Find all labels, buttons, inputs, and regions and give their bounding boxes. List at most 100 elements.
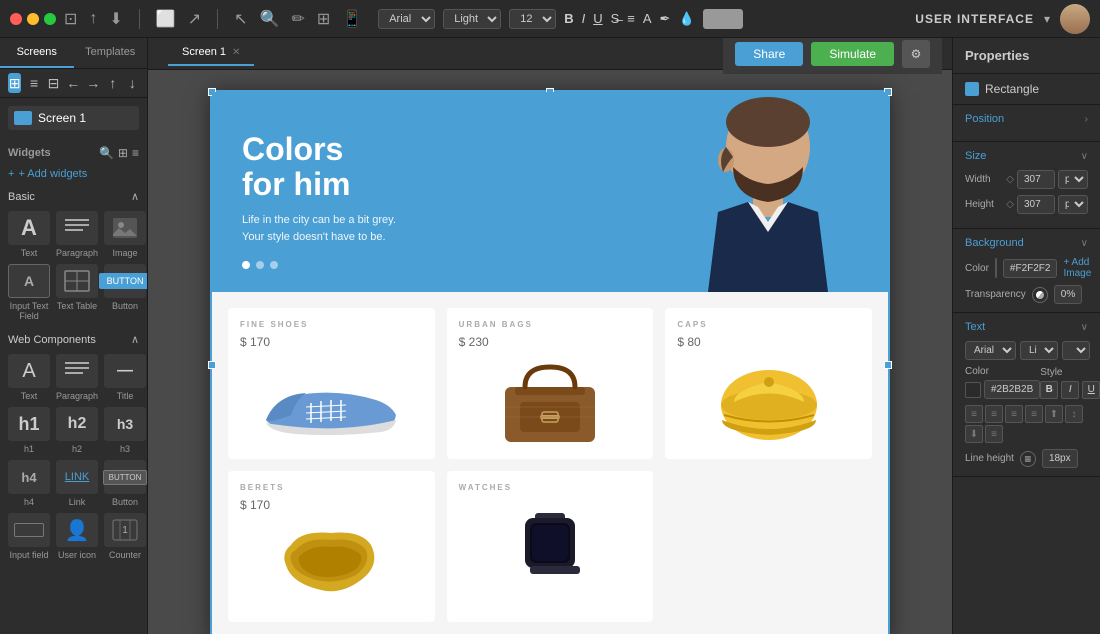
open-icon[interactable]: ↑	[89, 10, 97, 28]
dropdown-icon[interactable]: ▾	[1044, 12, 1050, 26]
web-widget-h2[interactable]: h2 h2	[56, 407, 98, 454]
italic-icon[interactable]: I	[582, 11, 586, 26]
text-font-weight[interactable]: Light	[1020, 341, 1058, 360]
font-family-select[interactable]: Arial	[378, 9, 435, 29]
bold-btn[interactable]: B	[1040, 381, 1058, 399]
align-center-btn[interactable]: ≡	[985, 405, 1003, 423]
widget-input-text[interactable]: A Input Text Field	[8, 264, 50, 321]
settings-icon-button[interactable]: ⚙	[902, 40, 930, 68]
line-height-icon[interactable]: ≡	[1020, 451, 1036, 467]
height-unit-select[interactable]: px	[1058, 195, 1088, 214]
basic-collapse-icon[interactable]: ∧	[131, 190, 139, 203]
properties-title: Properties	[965, 48, 1029, 63]
color-picker-icon[interactable]: 💧	[678, 11, 694, 27]
position-collapse[interactable]: ›	[1085, 114, 1088, 125]
search-icon[interactable]: 🔍	[260, 9, 280, 29]
save-icon[interactable]: ⬇	[109, 9, 122, 29]
web-widget-button[interactable]: BUTTON Button	[104, 460, 146, 507]
web-widget-h3[interactable]: h3 h3	[104, 407, 146, 454]
align-justify-btn[interactable]: ≡	[1025, 405, 1043, 423]
pen-icon[interactable]: ✒	[660, 11, 671, 27]
paint-icon[interactable]: ✏	[291, 9, 304, 29]
underline-icon[interactable]: U	[593, 11, 602, 26]
size-collapse[interactable]: ∨	[1081, 151, 1088, 162]
text-font-size[interactable]: 12	[1062, 341, 1090, 360]
grid-widgets-icon[interactable]: ⊞	[118, 146, 128, 160]
arrow-left-btn[interactable]: ←	[66, 73, 80, 93]
text-collapse[interactable]: ∨	[1081, 322, 1088, 333]
maximize-dot[interactable]	[44, 13, 56, 25]
align-extra-btn[interactable]: ≡	[985, 425, 1003, 443]
height-input[interactable]	[1017, 195, 1055, 214]
web-widget-paragraph[interactable]: Paragraph	[56, 354, 98, 401]
height-decrement[interactable]: ◇	[1006, 199, 1014, 210]
width-unit-select[interactable]: px	[1058, 170, 1088, 189]
web-widget-h4[interactable]: h4 h4	[8, 460, 50, 507]
transparency-icon[interactable]	[1032, 287, 1048, 303]
web-widget-user-icon[interactable]: 👤 User icon	[56, 513, 98, 560]
crop-icon[interactable]: ⊞	[317, 9, 330, 29]
minimize-dot[interactable]	[27, 13, 39, 25]
web-widget-h1[interactable]: h1 h1	[8, 407, 50, 454]
align-right-btn[interactable]: ≡	[1005, 405, 1023, 423]
list-widgets-icon[interactable]: ≡	[132, 146, 139, 160]
align-top-btn[interactable]: ⬆	[1045, 405, 1063, 423]
tab-close-icon[interactable]: ✕	[232, 47, 240, 58]
align-bot-btn[interactable]: ⬇	[965, 425, 983, 443]
handle-mid-left[interactable]	[208, 361, 216, 369]
background-collapse[interactable]: ∨	[1081, 238, 1088, 249]
arrow-up-btn[interactable]: ↑	[106, 73, 119, 93]
widget-button[interactable]: BUTTON Button	[104, 264, 146, 321]
frame-icon[interactable]: ⬜	[156, 9, 176, 29]
add-widgets-btn[interactable]: + + Add widgets	[8, 168, 139, 180]
add-image-btn[interactable]: + Add Image	[1063, 257, 1091, 279]
widget-text[interactable]: A Text	[8, 211, 50, 258]
web-widget-title[interactable]: — Title	[104, 354, 146, 401]
italic-btn[interactable]: I	[1061, 381, 1079, 399]
sidebar-tab-templates[interactable]: Templates	[74, 38, 148, 68]
font-size-select[interactable]: 12	[509, 9, 556, 29]
user-avatar[interactable]	[1060, 4, 1090, 34]
canvas-scroll-area[interactable]: NEW OVERVIEW GALLERY CONTACT Colorsfor h…	[148, 70, 952, 634]
align-mid-btn[interactable]: ↕	[1065, 405, 1083, 423]
web-collapse-icon[interactable]: ∧	[131, 333, 139, 346]
web-widget-input[interactable]: Input field	[8, 513, 50, 560]
web-widget-text[interactable]: A Text	[8, 354, 50, 401]
close-dot[interactable]	[10, 13, 22, 25]
export-icon[interactable]: ↗	[188, 9, 201, 29]
align-left-btn[interactable]: ≡	[965, 405, 983, 423]
underline-btn[interactable]: U	[1082, 381, 1100, 399]
simulate-button[interactable]: Simulate	[811, 42, 894, 66]
handle-mid-right[interactable]	[884, 361, 892, 369]
new-file-icon[interactable]: ⊡	[64, 9, 77, 29]
share-button[interactable]: Share	[735, 42, 803, 66]
widget-text-table[interactable]: Text Table	[56, 264, 98, 321]
text-font-family[interactable]: Arial	[965, 341, 1016, 360]
list-view-btn[interactable]: ≡	[27, 73, 40, 93]
arrow-right-btn[interactable]: →	[86, 73, 100, 93]
screen-item[interactable]: Screen 1	[8, 106, 139, 130]
widget-paragraph[interactable]: Paragraph	[56, 211, 98, 258]
web-widget-link[interactable]: LINK Link	[56, 460, 98, 507]
font-weight-select[interactable]: Light	[443, 9, 501, 29]
sidebar-tab-screens[interactable]: Screens	[0, 38, 74, 68]
arrow-down-btn[interactable]: ↓	[126, 73, 139, 93]
widget-image[interactable]: Image	[104, 211, 146, 258]
website-preview: NEW OVERVIEW GALLERY CONTACT Colorsfor h…	[210, 90, 890, 634]
canvas-tab-screen1[interactable]: Screen 1 ✕	[168, 40, 254, 66]
strikethrough-icon[interactable]: S̶	[611, 11, 620, 26]
device-icon[interactable]: 📱	[342, 9, 362, 29]
width-decrement[interactable]: ◇	[1006, 174, 1014, 185]
width-input[interactable]	[1017, 170, 1055, 189]
text-align-icon[interactable]: ≡	[627, 11, 635, 26]
web-widget-counter[interactable]: 1 Counter	[104, 513, 146, 560]
color-box[interactable]	[703, 9, 743, 29]
search-widgets-icon[interactable]: 🔍	[99, 146, 114, 160]
bold-icon[interactable]: B	[564, 11, 573, 26]
grid-view-btn[interactable]: ⊞	[8, 73, 21, 93]
text-color-swatch[interactable]	[965, 382, 981, 398]
bg-color-swatch[interactable]	[995, 258, 997, 278]
text-color-icon[interactable]: A	[643, 11, 652, 26]
cursor-icon[interactable]: ↖	[234, 9, 247, 29]
list-view-btn2[interactable]: ⊟	[47, 73, 60, 93]
